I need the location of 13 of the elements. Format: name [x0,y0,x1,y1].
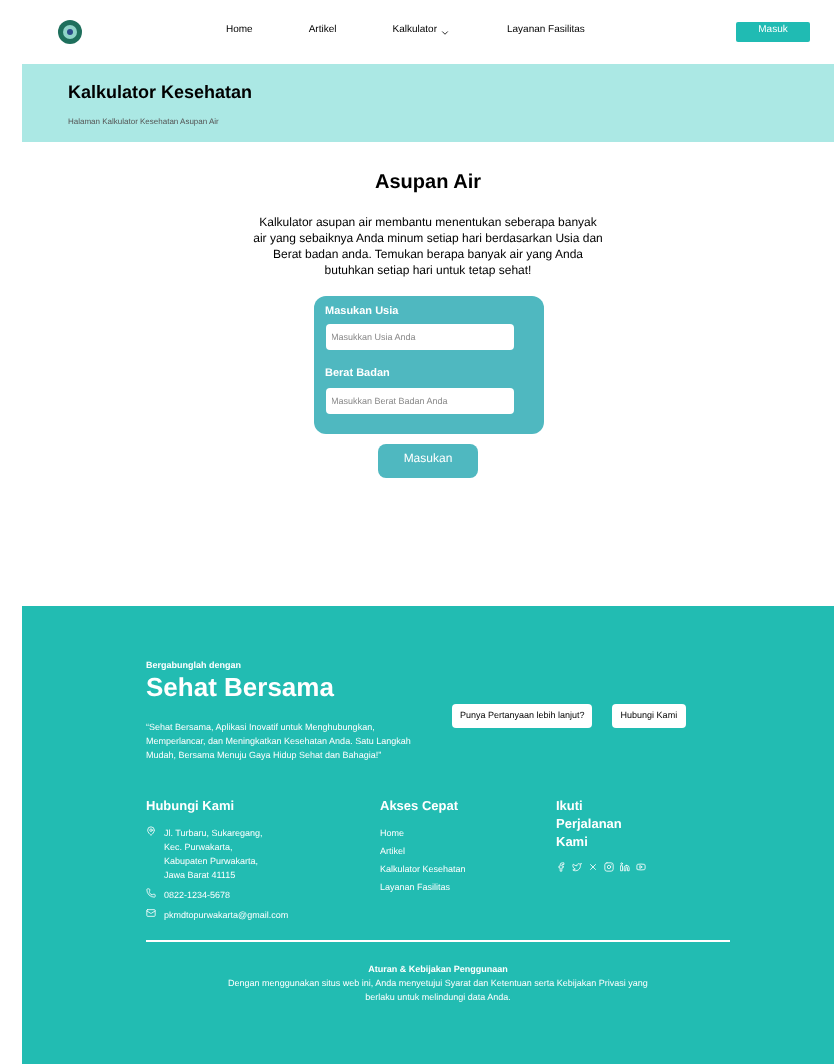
phone-icon [146,887,156,897]
logo-icon [58,20,82,44]
facebook-icon[interactable] [556,861,566,872]
mail-icon [146,907,156,917]
linkedin-icon[interactable] [620,861,630,872]
instagram-icon[interactable] [604,861,614,872]
section-title: Asupan Air [375,170,481,198]
twitter-icon[interactable] [572,861,582,872]
map-pin-icon [146,825,156,835]
chevron-down-icon [440,27,451,37]
banner-title: Kalkulator Kesehatan [68,80,255,106]
youtube-icon[interactable] [636,861,646,872]
footer-brand: Sehat Bersama [146,673,336,702]
